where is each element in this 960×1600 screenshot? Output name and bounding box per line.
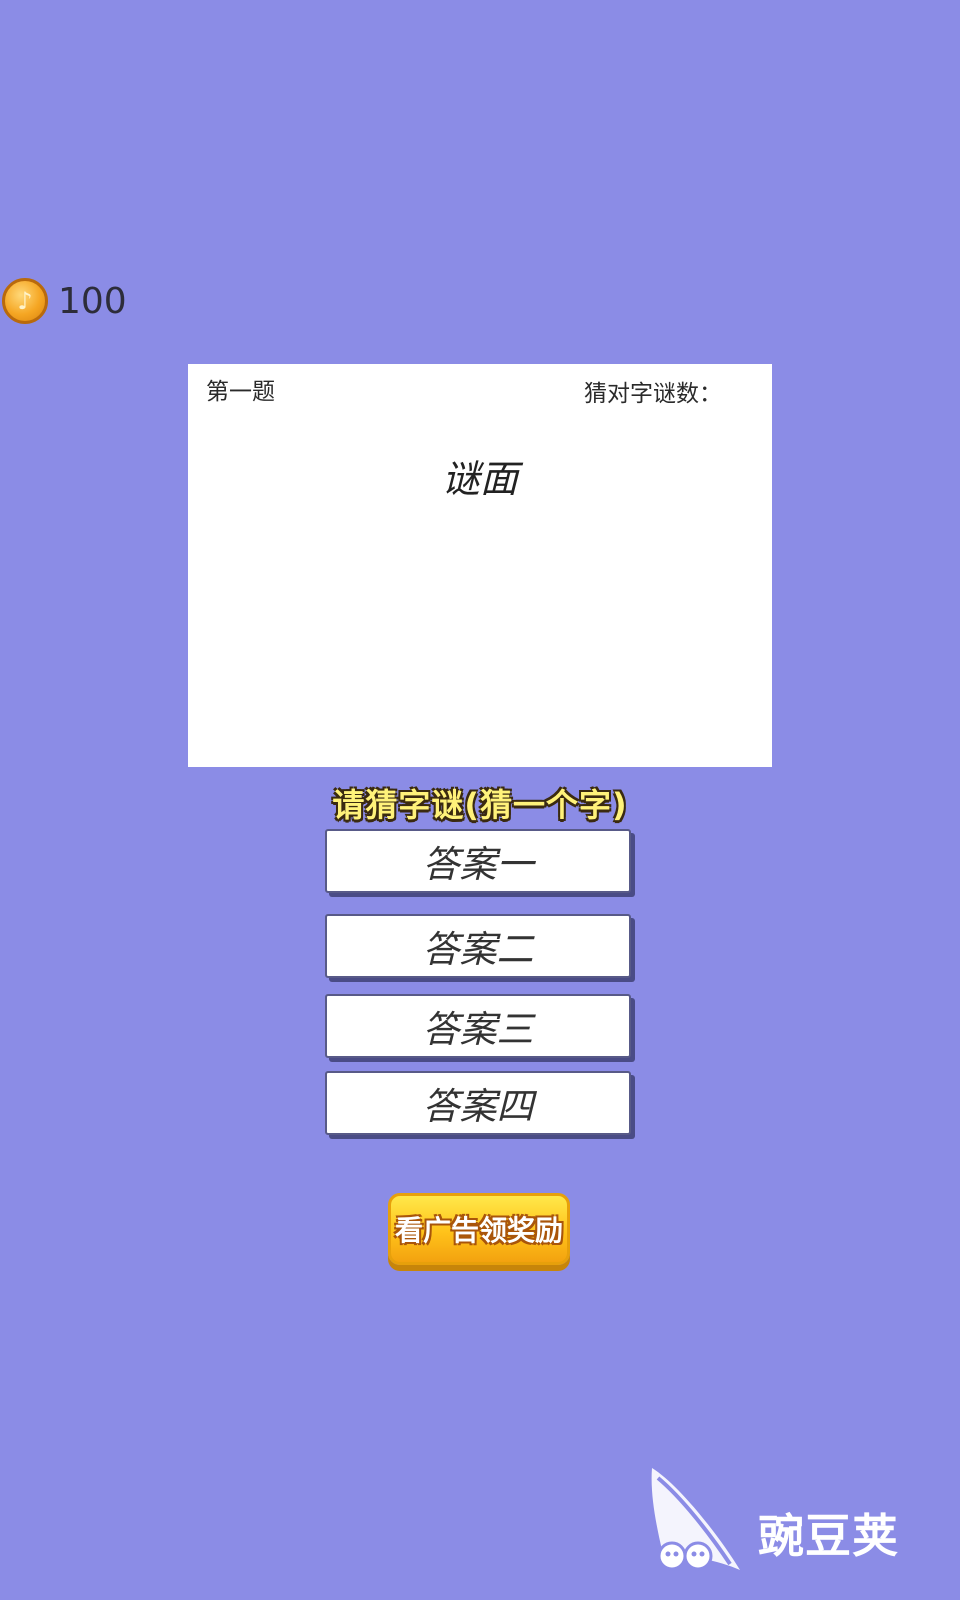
riddle-number: 第一题 <box>206 379 275 405</box>
solved-count-label: 猜对字谜数： <box>584 381 722 407</box>
answer-button-2[interactable]: 答案二 <box>325 914 631 978</box>
answer-button-4[interactable]: 答案四 <box>325 1071 631 1135</box>
watermark: 豌豆荚 <box>648 1464 899 1576</box>
watch-ad-reward-button[interactable]: 看广告领奖励 <box>388 1193 570 1265</box>
coin-icon: ♪ <box>2 278 48 324</box>
coin-balance: ♪ 100 <box>2 276 127 326</box>
watermark-text: 豌豆荚 <box>758 1509 899 1563</box>
answer-button-3[interactable]: 答案三 <box>325 994 631 1058</box>
coin-count: 100 <box>58 280 127 322</box>
riddle-prompt: 请猜字谜(猜一个字) <box>332 786 628 824</box>
riddle-face: 谜面 <box>441 457 518 501</box>
riddle-card: 第一题 猜对字谜数： 谜面 <box>188 364 772 767</box>
answer-button-1[interactable]: 答案一 <box>325 829 631 893</box>
pea-pod-logo-icon <box>651 1468 740 1571</box>
